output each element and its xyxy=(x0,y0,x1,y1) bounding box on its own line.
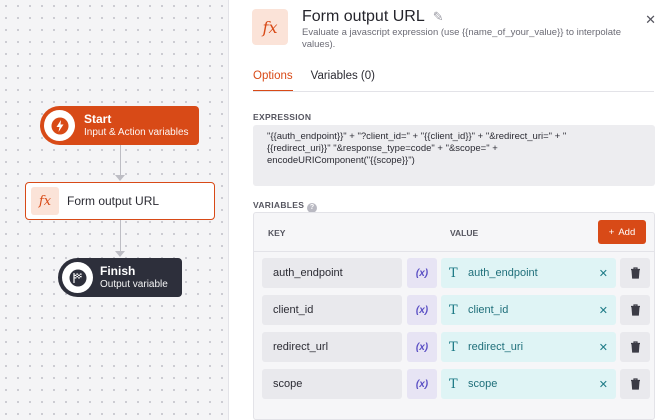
start-node-subtitle: Input & Action variables xyxy=(84,127,189,138)
step-config-panel: fx Form output URL ✎ Evaluate a javascri… xyxy=(228,0,670,420)
variable-picker-button[interactable]: (x) xyxy=(407,258,437,288)
finish-node-subtitle: Output variable xyxy=(100,279,168,290)
close-icon[interactable]: ✕ xyxy=(645,12,656,28)
tabs-divider xyxy=(253,91,654,92)
form-output-url-node[interactable]: fx Form output URL xyxy=(25,182,215,220)
clear-value-icon[interactable]: ✕ xyxy=(599,341,608,354)
checkered-flag-icon xyxy=(62,262,93,293)
add-variable-button[interactable]: + Add xyxy=(598,220,646,244)
lightning-icon xyxy=(44,110,75,141)
variable-value-text: redirect_uri xyxy=(468,341,524,353)
table-header-divider xyxy=(254,251,654,252)
variable-key-field[interactable]: scope xyxy=(262,369,402,399)
variable-row: scope (x) T scope ✕ xyxy=(262,369,652,399)
finish-node[interactable]: Finish Output variable xyxy=(58,258,182,297)
start-node[interactable]: Start Input & Action variables xyxy=(40,106,199,145)
expression-editor[interactable]: "{{auth_endpoint}}" + "?client_id=" + "{… xyxy=(253,125,655,186)
pencil-icon[interactable]: ✎ xyxy=(433,9,444,25)
panel-title: Form output URL ✎ xyxy=(302,8,444,26)
finish-node-title: Finish xyxy=(100,264,136,278)
panel-description: Evaluate a javascript expression (use {{… xyxy=(302,27,621,50)
form-node-label: Form output URL xyxy=(67,194,160,208)
variable-value-chip[interactable]: T client_id ✕ xyxy=(441,295,616,325)
value-column-header: VALUE xyxy=(450,228,479,238)
connector-line xyxy=(120,145,121,177)
panel-title-text: Form output URL xyxy=(302,8,425,25)
variables-table: KEY VALUE + Add auth_endpoint (x) T auth… xyxy=(253,212,655,420)
text-type-icon: T xyxy=(449,265,458,281)
connector-arrow xyxy=(115,175,125,181)
start-node-title: Start xyxy=(84,112,112,126)
function-icon: fx xyxy=(31,187,59,215)
text-type-icon: T xyxy=(449,376,458,392)
trash-icon[interactable] xyxy=(620,258,650,288)
add-button-label: Add xyxy=(618,226,636,238)
tab-variables[interactable]: Variables (0) xyxy=(311,70,375,92)
variable-value-text: scope xyxy=(468,378,498,390)
text-type-icon: T xyxy=(449,339,458,355)
clear-value-icon[interactable]: ✕ xyxy=(599,304,608,317)
variable-key-field[interactable]: auth_endpoint xyxy=(262,258,402,288)
plus-icon: + xyxy=(608,226,615,238)
function-icon: fx xyxy=(252,9,288,45)
connector-arrow xyxy=(115,251,125,257)
text-type-icon: T xyxy=(449,302,458,318)
workflow-canvas[interactable]: Start Input & Action variables fx Form o… xyxy=(0,0,228,420)
expression-label: EXPRESSION xyxy=(253,112,312,122)
variable-value-text: auth_endpoint xyxy=(468,267,538,279)
clear-value-icon[interactable]: ✕ xyxy=(599,378,608,391)
tab-options[interactable]: Options xyxy=(253,70,293,92)
variable-row: redirect_url (x) T redirect_uri ✕ xyxy=(262,332,652,362)
variable-picker-button[interactable]: (x) xyxy=(407,332,437,362)
panel-tabs: Options Variables (0) xyxy=(253,70,375,92)
connector-line xyxy=(120,220,121,252)
variable-key-field[interactable]: redirect_url xyxy=(262,332,402,362)
variable-value-chip[interactable]: T scope ✕ xyxy=(441,369,616,399)
trash-icon[interactable] xyxy=(620,332,650,362)
clear-value-icon[interactable]: ✕ xyxy=(599,267,608,280)
variable-value-chip[interactable]: T redirect_uri ✕ xyxy=(441,332,616,362)
variable-picker-button[interactable]: (x) xyxy=(407,369,437,399)
variable-value-chip[interactable]: T auth_endpoint ✕ xyxy=(441,258,616,288)
variable-row: client_id (x) T client_id ✕ xyxy=(262,295,652,325)
trash-icon[interactable] xyxy=(620,369,650,399)
variable-value-text: client_id xyxy=(468,304,509,316)
key-column-header: KEY xyxy=(268,228,286,238)
trash-icon[interactable] xyxy=(620,295,650,325)
variables-label-text: VARIABLES xyxy=(253,200,305,210)
variable-key-field[interactable]: client_id xyxy=(262,295,402,325)
variable-row: auth_endpoint (x) T auth_endpoint ✕ xyxy=(262,258,652,288)
variable-picker-button[interactable]: (x) xyxy=(407,295,437,325)
